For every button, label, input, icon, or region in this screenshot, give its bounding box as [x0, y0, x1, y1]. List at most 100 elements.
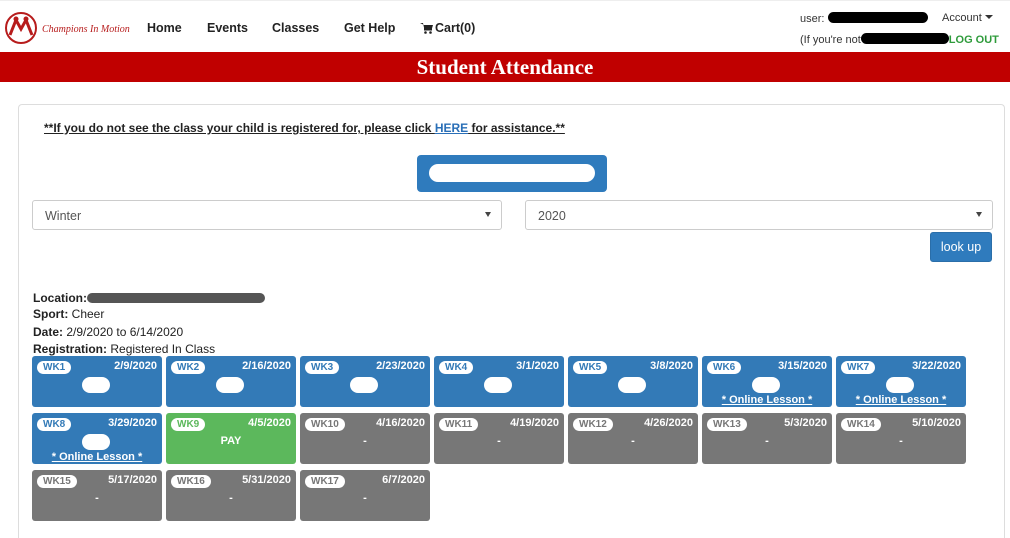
- nav-classes-link[interactable]: Classes: [272, 21, 319, 35]
- week-badge: WK17: [305, 475, 345, 488]
- student-selector-button[interactable]: [417, 155, 607, 192]
- week-badge: WK8: [37, 418, 72, 431]
- week-tile[interactable]: WK9 4/5/2020 PAY: [166, 413, 296, 464]
- pay-label[interactable]: PAY: [166, 435, 296, 447]
- notice-suffix: for assistance.**: [468, 121, 565, 135]
- status-text: -: [631, 435, 635, 447]
- online-lesson-link[interactable]: * Online Lesson *: [836, 394, 966, 406]
- redacted-attendance-mark: [886, 377, 914, 393]
- redacted-attendance-mark: [484, 377, 512, 393]
- user-line: user:: [800, 12, 928, 25]
- week-date: 2/23/2020: [376, 360, 425, 372]
- week-tile[interactable]: WK14 5/10/2020-: [836, 413, 966, 464]
- week-date: 4/26/2020: [644, 417, 693, 429]
- logout-link[interactable]: LOG OUT: [949, 34, 999, 46]
- week-badge: WK14: [841, 418, 881, 431]
- week-tile[interactable]: WK11 4/19/2020-: [434, 413, 564, 464]
- sport-value: Cheer: [71, 307, 105, 321]
- assistance-notice: **If you do not see the class your child…: [44, 121, 565, 135]
- online-lesson-link[interactable]: * Online Lesson *: [32, 451, 162, 463]
- week-tiles-grid: WK1 2/9/2020 WK2 2/16/2020 WK3 2/23/2020 WK4 3/…: [32, 356, 972, 526]
- location-label: Location:: [33, 291, 87, 305]
- status-text: -: [363, 492, 367, 504]
- sport-line: Sport: Cheer: [33, 307, 104, 321]
- nav-events-link[interactable]: Events: [207, 21, 248, 35]
- season-select[interactable]: Winter: [32, 200, 502, 230]
- status-text: -: [229, 492, 233, 504]
- week-tile[interactable]: WK5 3/8/2020: [568, 356, 698, 407]
- week-tile[interactable]: WK4 3/1/2020: [434, 356, 564, 407]
- week-tile[interactable]: WK3 2/23/2020: [300, 356, 430, 407]
- account-dropdown[interactable]: Account: [942, 12, 993, 24]
- week-tile[interactable]: WK15 5/17/2020-: [32, 470, 162, 521]
- redacted-attendance-mark: [82, 434, 110, 450]
- week-date: 5/17/2020: [108, 474, 157, 486]
- week-tile[interactable]: WK6 3/15/2020 * Online Lesson *: [702, 356, 832, 407]
- redacted-attendance-mark: [82, 377, 110, 393]
- week-tile[interactable]: WK2 2/16/2020: [166, 356, 296, 407]
- brand-logo[interactable]: Champions In Motion: [4, 11, 144, 47]
- week-badge: WK12: [573, 418, 613, 431]
- nav-cart-link[interactable]: Cart(0): [420, 21, 475, 35]
- notice-here-link[interactable]: HERE: [435, 121, 468, 135]
- look-up-button[interactable]: look up: [930, 232, 992, 262]
- page-title: Student Attendance: [416, 55, 594, 79]
- week-date: 3/29/2020: [108, 417, 157, 429]
- nav-get-help-link[interactable]: Get Help: [344, 21, 395, 35]
- redacted-attendance-mark: [350, 377, 378, 393]
- dropdown-arrow-icon: [485, 212, 491, 217]
- redacted-student-name: [429, 164, 595, 182]
- logo-emblem-icon: [5, 12, 37, 44]
- week-badge: WK11: [439, 418, 479, 431]
- week-date: 5/3/2020: [784, 417, 827, 429]
- week-date: 5/10/2020: [912, 417, 961, 429]
- week-tile[interactable]: WK8 3/29/2020 * Online Lesson *: [32, 413, 162, 464]
- date-label: Date:: [33, 325, 64, 339]
- account-label: Account: [942, 12, 982, 24]
- status-text: -: [497, 435, 501, 447]
- status-text: -: [765, 435, 769, 447]
- week-date: 3/8/2020: [650, 360, 693, 372]
- user-label: user:: [800, 13, 825, 25]
- redacted-attendance-mark: [216, 377, 244, 393]
- registration-value: Registered In Class: [110, 342, 216, 356]
- week-tile[interactable]: WK12 4/26/2020-: [568, 413, 698, 464]
- date-line: Date: 2/9/2020 to 6/14/2020: [33, 325, 183, 339]
- not-you-line: (If you're not LOG OUT: [800, 33, 999, 46]
- redacted-attendance-mark: [752, 377, 780, 393]
- year-select[interactable]: 2020: [525, 200, 993, 230]
- location-line: Location:: [33, 291, 265, 305]
- week-badge: WK10: [305, 418, 345, 431]
- redacted-username-2: [860, 33, 949, 44]
- week-badge: WK1: [37, 361, 72, 374]
- user-area: user: Account (If you're not LOG OUT: [800, 9, 1010, 49]
- week-tile[interactable]: WK16 5/31/2020-: [166, 470, 296, 521]
- week-tile[interactable]: WK10 4/16/2020-: [300, 413, 430, 464]
- week-tile[interactable]: WK7 3/22/2020 * Online Lesson *: [836, 356, 966, 407]
- week-tile[interactable]: WK1 2/9/2020: [32, 356, 162, 407]
- week-tile[interactable]: WK13 5/3/2020 -: [702, 413, 832, 464]
- redacted-location: [87, 293, 265, 303]
- not-you-label: (If you're not: [800, 34, 861, 46]
- status-text: -: [95, 492, 99, 504]
- cart-label: Cart(0): [435, 21, 476, 35]
- brand-name: Champions In Motion: [42, 24, 130, 35]
- week-badge: WK2: [171, 361, 206, 374]
- week-tile[interactable]: WK17 6/7/2020 -: [300, 470, 430, 521]
- week-date: 5/31/2020: [242, 474, 291, 486]
- week-date: 3/22/2020: [912, 360, 961, 372]
- week-badge: WK5: [573, 361, 608, 374]
- week-date: 4/5/2020: [248, 417, 291, 429]
- online-lesson-link[interactable]: * Online Lesson *: [702, 394, 832, 406]
- top-navbar: Champions In Motion Home Events Classes …: [0, 0, 1010, 52]
- week-date: 2/9/2020: [114, 360, 157, 372]
- sport-label: Sport:: [33, 307, 69, 321]
- chevron-down-icon: [984, 15, 993, 19]
- nav-home-link[interactable]: Home: [147, 21, 182, 35]
- week-date: 6/7/2020: [382, 474, 425, 486]
- status-text: -: [899, 435, 903, 447]
- notice-prefix: **If you do not see the class your child…: [44, 121, 435, 135]
- page-title-bar: Student Attendance: [0, 52, 1010, 82]
- season-value: Winter: [45, 209, 82, 223]
- week-badge: WK3: [305, 361, 340, 374]
